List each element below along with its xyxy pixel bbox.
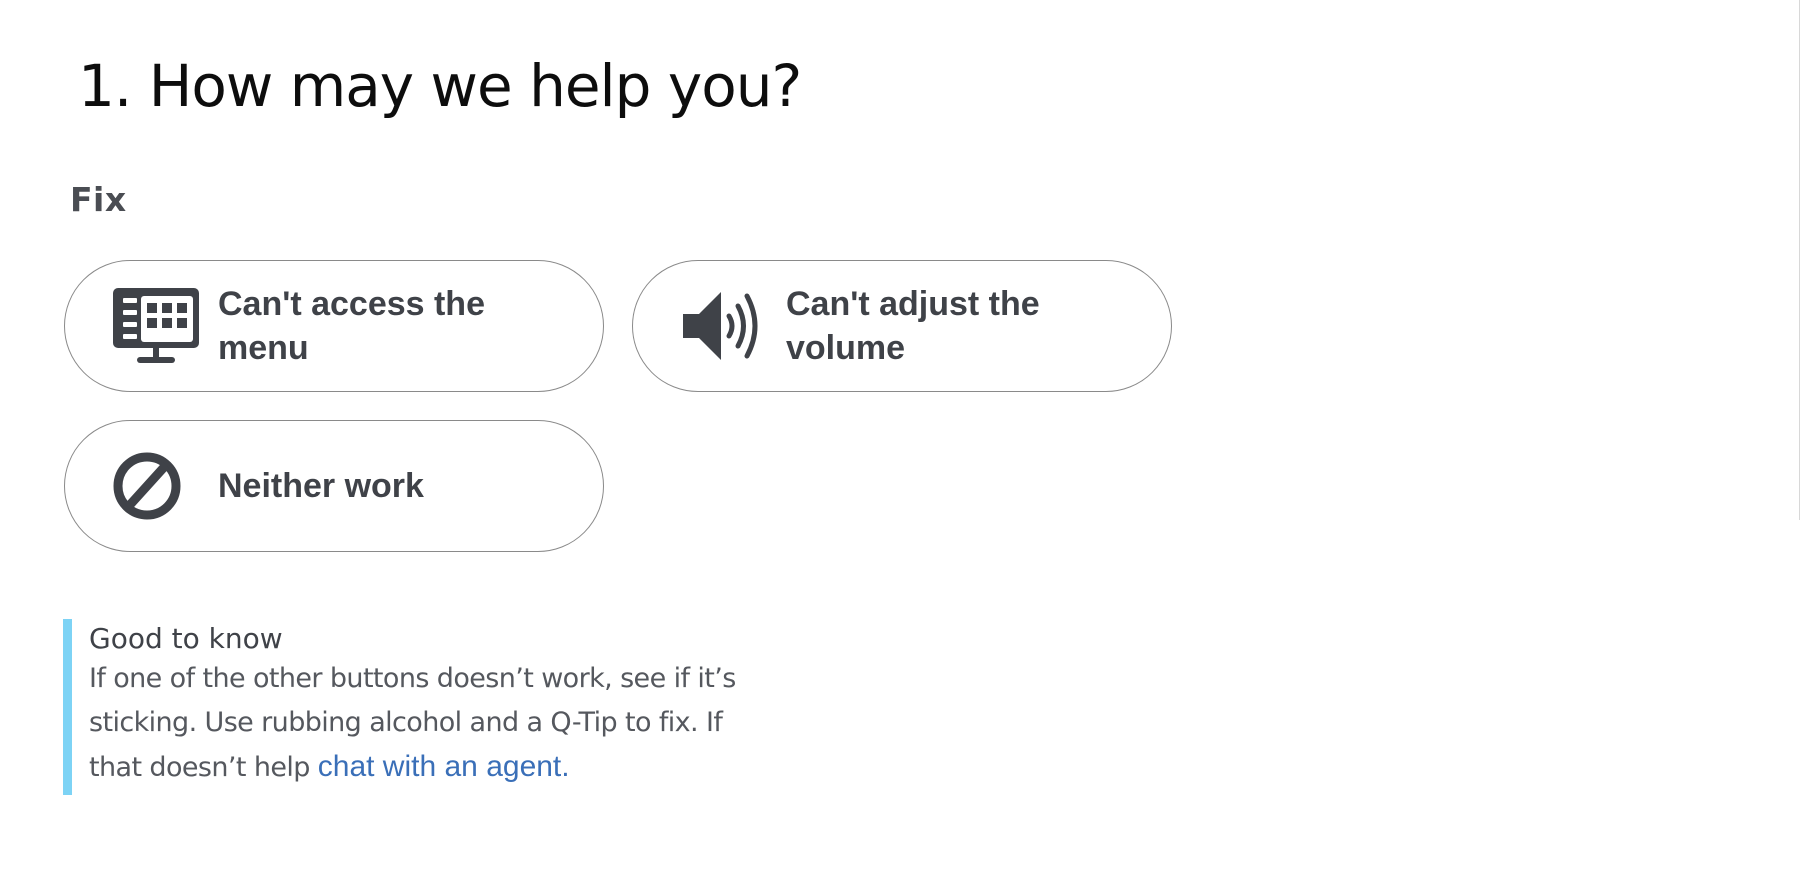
volume-icon bbox=[681, 288, 767, 364]
chat-with-agent-link[interactable]: chat with an agent. bbox=[318, 750, 570, 783]
page-title: 1. How may we help you? bbox=[78, 52, 802, 120]
tv-menu-icon bbox=[113, 288, 199, 364]
option-label: Neither work bbox=[218, 467, 424, 505]
good-to-know-notice: Good to know If one of the other buttons… bbox=[63, 619, 763, 795]
cant-access-menu-button[interactable]: Can't access the menu bbox=[64, 260, 604, 392]
prohibited-icon bbox=[113, 448, 199, 524]
option-label: Can't adjust the volume bbox=[786, 285, 1040, 367]
neither-work-button[interactable]: Neither work bbox=[64, 420, 604, 552]
notice-title: Good to know bbox=[89, 622, 283, 655]
notice-body: If one of the other buttons doesn’t work… bbox=[89, 657, 739, 790]
section-label: Fix bbox=[70, 180, 127, 219]
cant-adjust-volume-button[interactable]: Can't adjust the volume bbox=[632, 260, 1172, 392]
option-label: Can't access the menu bbox=[218, 285, 485, 367]
